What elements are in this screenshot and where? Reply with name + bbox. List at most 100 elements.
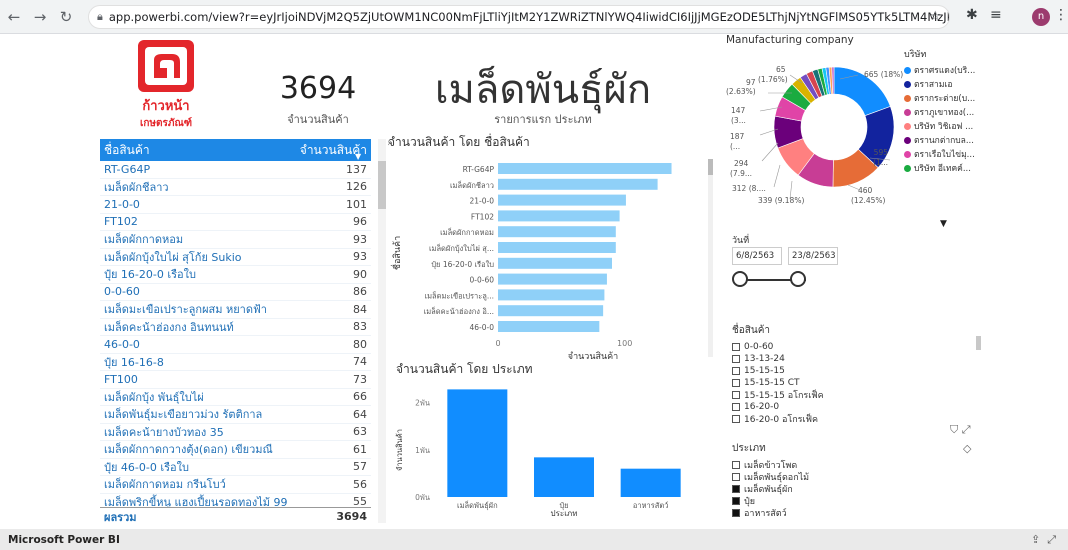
- product-slicer-scrollbar[interactable]: [976, 336, 981, 350]
- table-row[interactable]: เมล็ดผักกาดหอม 93: [100, 231, 371, 249]
- table-row[interactable]: 46-0-0 80: [100, 336, 371, 354]
- table-row[interactable]: ปุ๋ย 16-16-8 74: [100, 354, 371, 371]
- reading-list-icon[interactable]: ≡: [990, 7, 1002, 23]
- product-slicer-option[interactable]: 13-13-24: [732, 353, 992, 365]
- table-cell-count: 73: [353, 372, 367, 386]
- table-row[interactable]: เมล็ดผักกาดหอม กรีนโบว์ 56: [100, 476, 371, 494]
- chart1-bar[interactable]: [498, 178, 658, 190]
- product-option-label: 15-15-15 อโกรเฟ็ค: [744, 391, 824, 401]
- table-row[interactable]: เมล็ดมะเขือเปราะลูกผสม หยาดฟ้า 84: [100, 301, 371, 319]
- chart1-bar[interactable]: [498, 163, 672, 174]
- table-row[interactable]: เมล็ดผักชีลาว 126: [100, 179, 371, 196]
- legend-item[interactable]: ตรานกต่ากบล...: [904, 133, 986, 147]
- table-row[interactable]: เมล็ดคะน้ายางบัวทอง 35 63: [100, 424, 371, 441]
- share-fullscreen-icons[interactable]: ⇪ ⤢: [1031, 533, 1056, 547]
- forward-icon[interactable]: →: [28, 5, 52, 29]
- legend-item[interactable]: ตราภูเขาทอง(...: [904, 105, 986, 119]
- chart1-bar[interactable]: [498, 194, 626, 206]
- table-row[interactable]: 0-0-60 86: [100, 284, 371, 301]
- legend-item[interactable]: ตรากระต่าย(บ...: [904, 91, 986, 105]
- table-row[interactable]: FT102 96: [100, 214, 371, 231]
- legend-item[interactable]: ตราเรือใบไข่มุ...: [904, 147, 986, 161]
- table-row[interactable]: 21-0-0 101: [100, 196, 371, 214]
- chart1-bar[interactable]: [498, 242, 616, 253]
- chart2-bar[interactable]: [620, 468, 681, 497]
- checkbox[interactable]: [732, 355, 740, 363]
- checkbox[interactable]: [732, 403, 740, 411]
- chart1-category-label: เมล็ดผักกาดหอม: [440, 227, 494, 237]
- legend-item[interactable]: ตราสามเอ: [904, 77, 986, 91]
- checkbox-checked[interactable]: [732, 497, 740, 505]
- table-row[interactable]: ปุ๋ย 46-0-0 เรือใบ 57: [100, 459, 371, 476]
- legend-label: ตราสามเอ: [914, 80, 953, 90]
- table-row[interactable]: ปุ๋ย 16-20-0 เรือใบ 90: [100, 266, 371, 284]
- product-slicer-option[interactable]: 15-15-15: [732, 365, 992, 377]
- chart1-category-label: 46-0-0: [470, 323, 495, 332]
- chart1-bar[interactable]: [498, 273, 607, 285]
- chart1-scrollbar[interactable]: [708, 159, 713, 357]
- date-slicer-label: วันที่: [732, 236, 750, 246]
- legend-more-caret-icon[interactable]: ▼: [940, 219, 947, 229]
- chart2-bar[interactable]: [447, 389, 508, 497]
- product-slicer-option[interactable]: 15-15-15 อโกรเฟ็ค: [732, 389, 992, 401]
- chart1-bar[interactable]: [498, 257, 612, 269]
- table-row[interactable]: เมล็ดผักบุ้งใบไผ่ สุโก้ย Sukio 93: [100, 249, 371, 266]
- chart2-bar[interactable]: [534, 457, 594, 497]
- type-slicer-option[interactable]: เมล็ดพันธุ์ผัก: [732, 483, 892, 495]
- table-col-name[interactable]: ชื่อสินค้า: [104, 141, 150, 160]
- checkbox[interactable]: [732, 343, 740, 351]
- collapse-chevron-icon[interactable]: ‹: [386, 138, 390, 149]
- checkbox[interactable]: [732, 461, 740, 469]
- checkbox[interactable]: [732, 379, 740, 387]
- table-scrollbar[interactable]: [378, 139, 386, 523]
- legend-item[interactable]: บริษัท วิชิเอฟ ...: [904, 119, 986, 133]
- chart1-category-label: เมล็ดคะน้าฮ่องกง อิ...: [424, 306, 494, 316]
- checkbox[interactable]: [732, 415, 740, 423]
- date-end-input[interactable]: 23/8/2563: [788, 247, 838, 265]
- chart1-bar[interactable]: [498, 305, 604, 317]
- checkbox[interactable]: [732, 391, 740, 399]
- checkbox[interactable]: [732, 473, 740, 481]
- legend-label: ตราศรแดง(บริ...: [914, 66, 976, 76]
- chart2-ytick: 1พัน: [415, 446, 430, 455]
- table-row[interactable]: FT100 73: [100, 371, 371, 389]
- back-icon[interactable]: ←: [2, 5, 26, 29]
- legend-item[interactable]: บริษัท อีเทคค์...: [904, 161, 986, 175]
- legend-item[interactable]: ตราศรแดง(บริ...: [904, 63, 986, 77]
- chart1-bar[interactable]: [498, 321, 600, 332]
- table-row[interactable]: RT-G64P 137: [100, 161, 371, 179]
- chart1-bar[interactable]: [498, 226, 616, 238]
- product-slicer-option[interactable]: 0-0-60: [732, 341, 992, 353]
- chart1-bar[interactable]: [498, 210, 620, 222]
- reload-icon[interactable]: ↻: [54, 5, 78, 29]
- table-cell-count: 83: [353, 320, 367, 334]
- checkbox[interactable]: [732, 367, 740, 375]
- bookmark-star-icon[interactable]: ☆: [929, 9, 941, 24]
- address-bar[interactable]: 🔒︎ app.powerbi.com/view?r=eyJrIjoiNDVjM2…: [88, 5, 950, 29]
- sort-desc-icon[interactable]: ▼: [355, 152, 361, 161]
- table-row[interactable]: เมล็ดผักบุ้ง พันธุ์ใบไผ่ 66: [100, 389, 371, 406]
- date-start-input[interactable]: 6/8/2563: [732, 247, 782, 265]
- chart1-scroll-thumb[interactable]: [708, 159, 713, 175]
- date-slider-end-handle[interactable]: [790, 271, 806, 287]
- table-row[interactable]: เมล็ดผักกาดกวางตุ้ง(ดอก) เขียวมณี 61: [100, 441, 371, 459]
- checkbox-checked[interactable]: [732, 485, 740, 493]
- checkbox-checked[interactable]: [732, 509, 740, 517]
- clear-selection-eraser-icon[interactable]: ◇: [963, 442, 971, 455]
- filter-icon[interactable]: ⛉ ⤢: [950, 423, 971, 437]
- table-row[interactable]: เมล็ดคะน้าฮ่องกง อินทนนท์ 83: [100, 319, 371, 336]
- table-scroll-thumb[interactable]: [378, 161, 386, 209]
- type-slicer-option[interactable]: อาหารสัตว์: [732, 507, 892, 519]
- table-row[interactable]: เมล็ดพันธุ์มะเขือยาวม่วง รัตติกาล 64: [100, 406, 371, 424]
- chart1-bar[interactable]: [498, 289, 605, 301]
- menu-kebab-icon[interactable]: ⋮: [1054, 7, 1068, 23]
- donut-data-label: 147: [731, 106, 746, 115]
- date-slider-start-handle[interactable]: [732, 271, 748, 287]
- product-slicer-label: ชื่อสินค้า: [732, 325, 771, 336]
- product-table: ชื่อสินค้า จำนวนสินค้า ▼ RT-G64P 137 เมล็ด…: [100, 139, 371, 525]
- date-slicer: วันที่ 6/8/2563 23/8/2563: [732, 233, 852, 293]
- chart1-category-label: ปุ๋ย 16-20-0 เรือใบ: [431, 260, 494, 269]
- chart1-xtick: 100: [617, 339, 632, 348]
- extension-puzzle-icon[interactable]: ✱: [966, 7, 978, 23]
- profile-avatar[interactable]: n: [1032, 8, 1050, 26]
